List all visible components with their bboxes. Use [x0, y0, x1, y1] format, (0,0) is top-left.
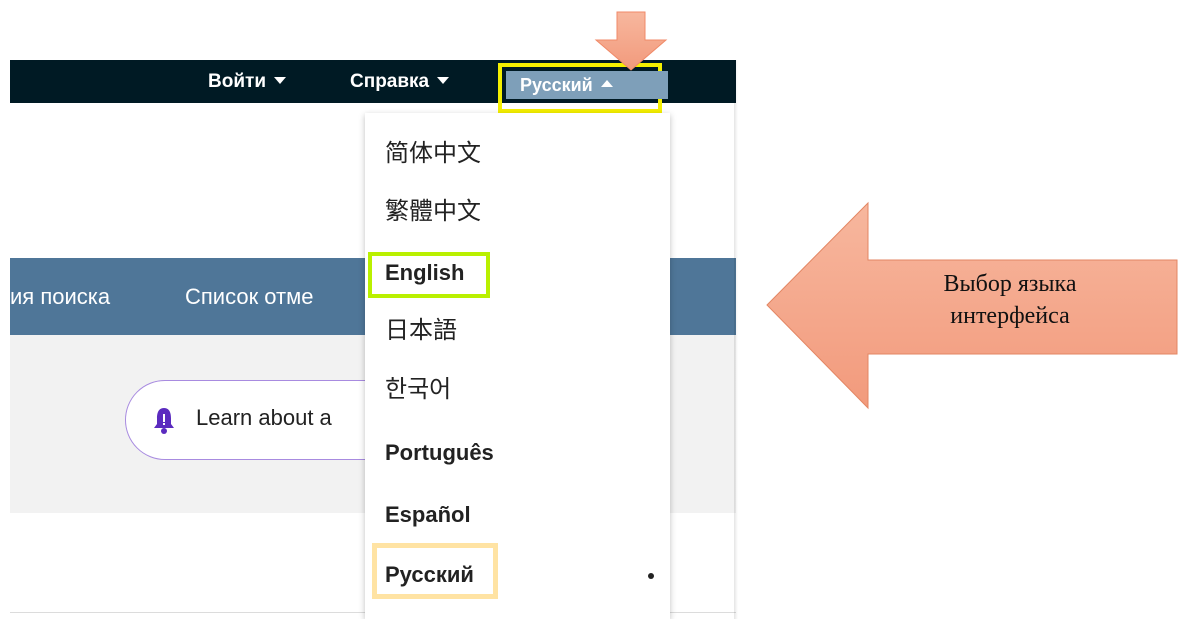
- callout-line-2: интерфейса: [950, 303, 1070, 329]
- language-menu-button[interactable]: Русский: [506, 71, 668, 99]
- window-edge-shadow: [734, 60, 738, 619]
- bell-icon: [154, 408, 174, 434]
- chevron-up-icon: [600, 80, 613, 87]
- login-menu[interactable]: Войти: [208, 60, 286, 103]
- nav-marked-list[interactable]: Список отме: [185, 258, 314, 335]
- chevron-down-icon: [274, 77, 286, 84]
- language-option-portuguese[interactable]: Português: [385, 438, 494, 468]
- learn-banner-text: Learn about a: [196, 405, 332, 430]
- language-option-zh-hans[interactable]: 简体中文: [385, 139, 481, 169]
- chevron-down-icon: [437, 77, 450, 84]
- language-option-zh-hant[interactable]: 繁體中文: [385, 197, 481, 227]
- callout-line-1: Выбор языка: [943, 271, 1077, 297]
- login-label: Войти: [208, 71, 266, 92]
- language-label: Русский: [520, 75, 593, 95]
- language-option-spanish[interactable]: Español: [385, 500, 471, 530]
- nav-search-history[interactable]: ия поиска: [10, 258, 110, 335]
- help-menu[interactable]: Справка: [350, 60, 450, 103]
- russian-highlight: [372, 543, 498, 599]
- english-highlight: [368, 252, 490, 298]
- help-label: Справка: [350, 71, 430, 92]
- language-option-korean[interactable]: 한국어: [385, 375, 451, 405]
- selected-indicator-icon: [648, 573, 654, 579]
- language-option-japanese[interactable]: 日本語: [385, 316, 457, 346]
- callout-label: Выбор языка интерфейса: [885, 268, 1135, 332]
